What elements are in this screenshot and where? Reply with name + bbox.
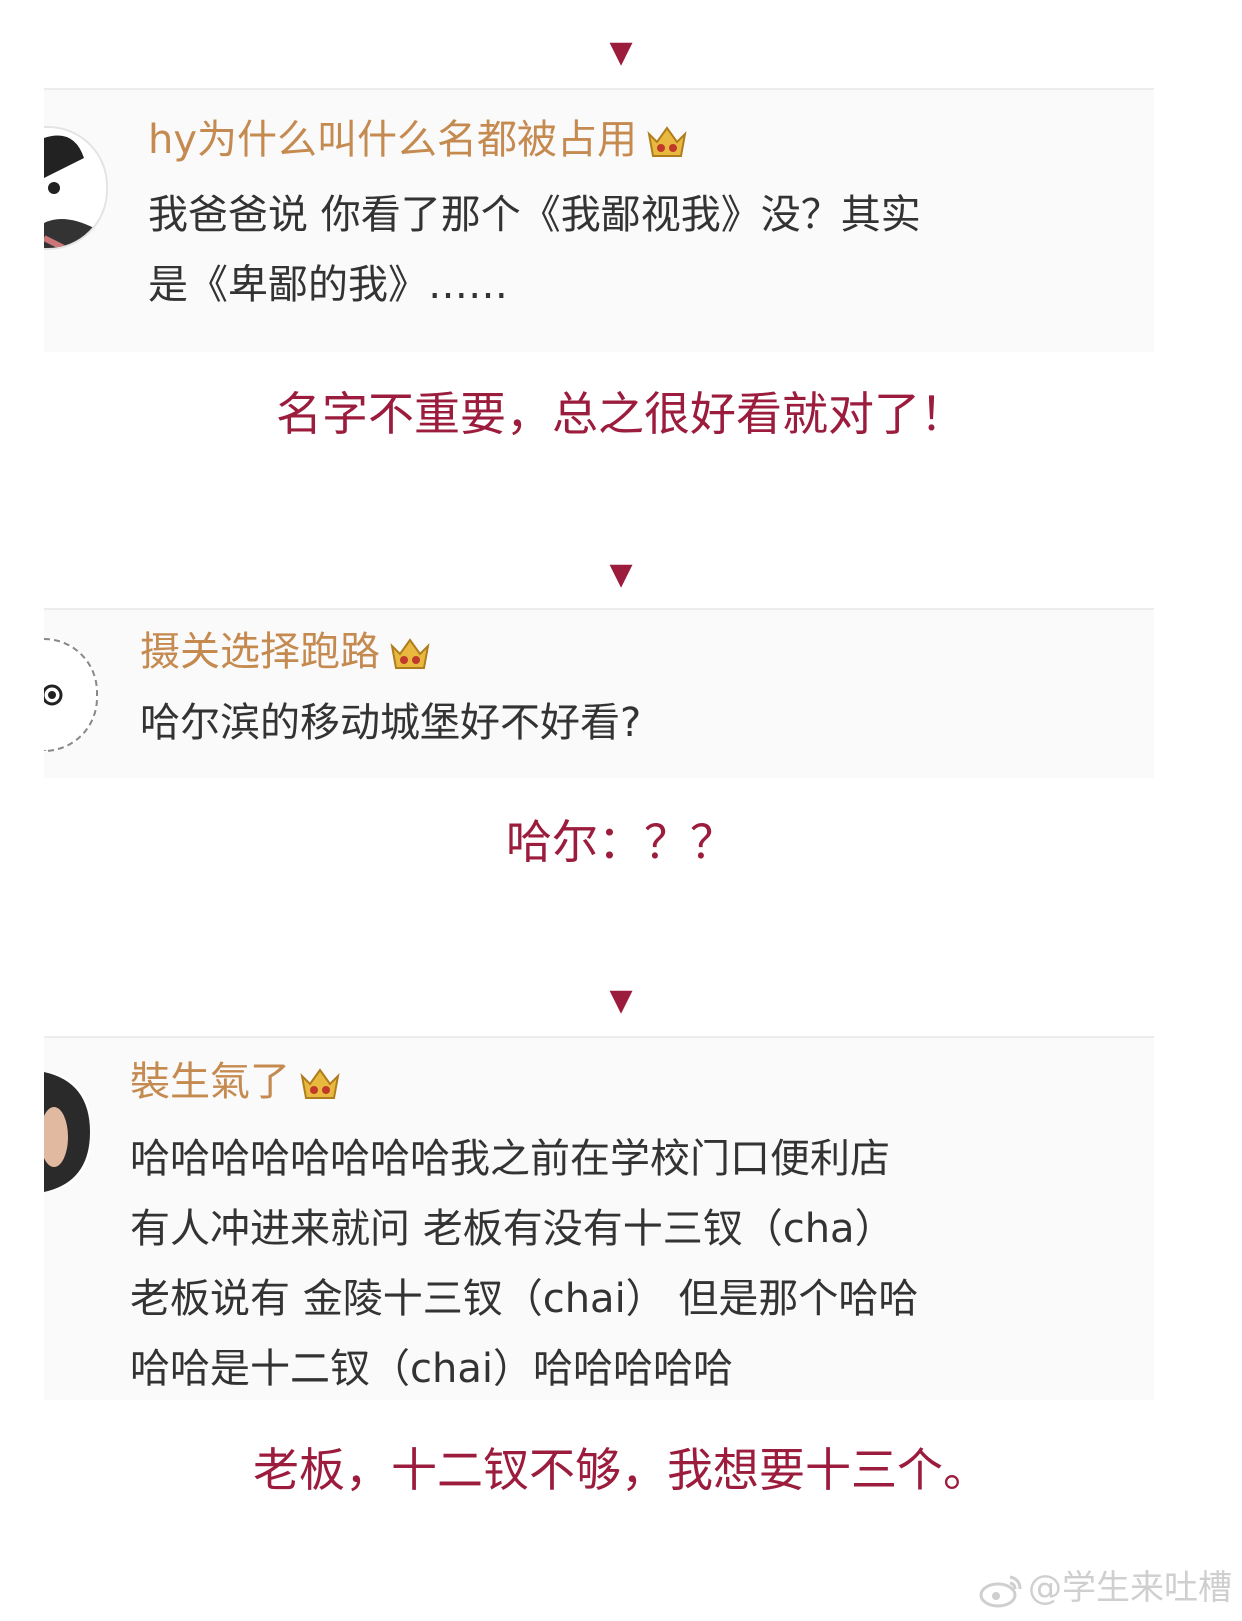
username[interactable]: 摄关选择跑路: [140, 628, 432, 676]
crown-badge-icon: [647, 126, 687, 157]
username[interactable]: 裝生氣了: [130, 1058, 342, 1106]
down-arrow-icon: ▼: [609, 983, 633, 1018]
watermark: @学生来吐槽: [978, 1566, 1232, 1610]
caption: 哈尔：？？: [506, 815, 736, 869]
username-text: 裝生氣了: [130, 1059, 290, 1105]
watermark-text: @学生来吐槽: [1028, 1568, 1232, 1608]
avatar[interactable]: [44, 1072, 90, 1192]
down-arrow-icon: ▼: [609, 35, 633, 70]
comment-line: 哈哈哈哈哈哈哈哈我之前在学校门口便利店: [130, 1136, 890, 1182]
username-text: hy为什么叫什么名都被占用: [148, 117, 638, 163]
down-arrow-icon: ▼: [609, 557, 633, 592]
caption: 老板，十二钗不够，我想要十三个。: [253, 1443, 989, 1497]
comment-line: 哈哈是十二钗（chai）哈哈哈哈哈: [130, 1346, 733, 1392]
comment-card: 摄关选择跑路 哈尔滨的移动城堡好不好看?: [44, 608, 1154, 778]
crown-badge-icon: [300, 1068, 340, 1099]
comment-line: 我爸爸说 你看了那个《我鄙视我》没？其实: [148, 192, 921, 238]
comment-line: 是《卑鄙的我》……: [148, 262, 508, 308]
weibo-icon: [979, 1575, 1022, 1607]
crown-badge-icon: [390, 638, 430, 669]
comment-card: hy为什么叫什么名都被占用 我爸爸说 你看了那个《我鄙视我》没？其实 是《卑鄙的…: [44, 88, 1154, 352]
comment-line: 哈尔滨的移动城堡好不好看?: [140, 700, 642, 746]
username-text: 摄关选择跑路: [140, 629, 380, 675]
comment-line: 有人冲进来就问 老板有没有十三钗（cha）: [130, 1206, 895, 1252]
comment-card: 裝生氣了 哈哈哈哈哈哈哈哈我之前在学校门口便利店 有人冲进来就问 老板有没有十三…: [44, 1036, 1154, 1400]
username[interactable]: hy为什么叫什么名都被占用: [148, 116, 689, 164]
avatar[interactable]: [44, 126, 108, 250]
comment-line: 老板说有 金陵十三钗（chai） 但是那个哈哈: [130, 1276, 919, 1322]
caption: 名字不重要，总之很好看就对了！: [276, 387, 966, 441]
avatar[interactable]: [44, 638, 98, 752]
